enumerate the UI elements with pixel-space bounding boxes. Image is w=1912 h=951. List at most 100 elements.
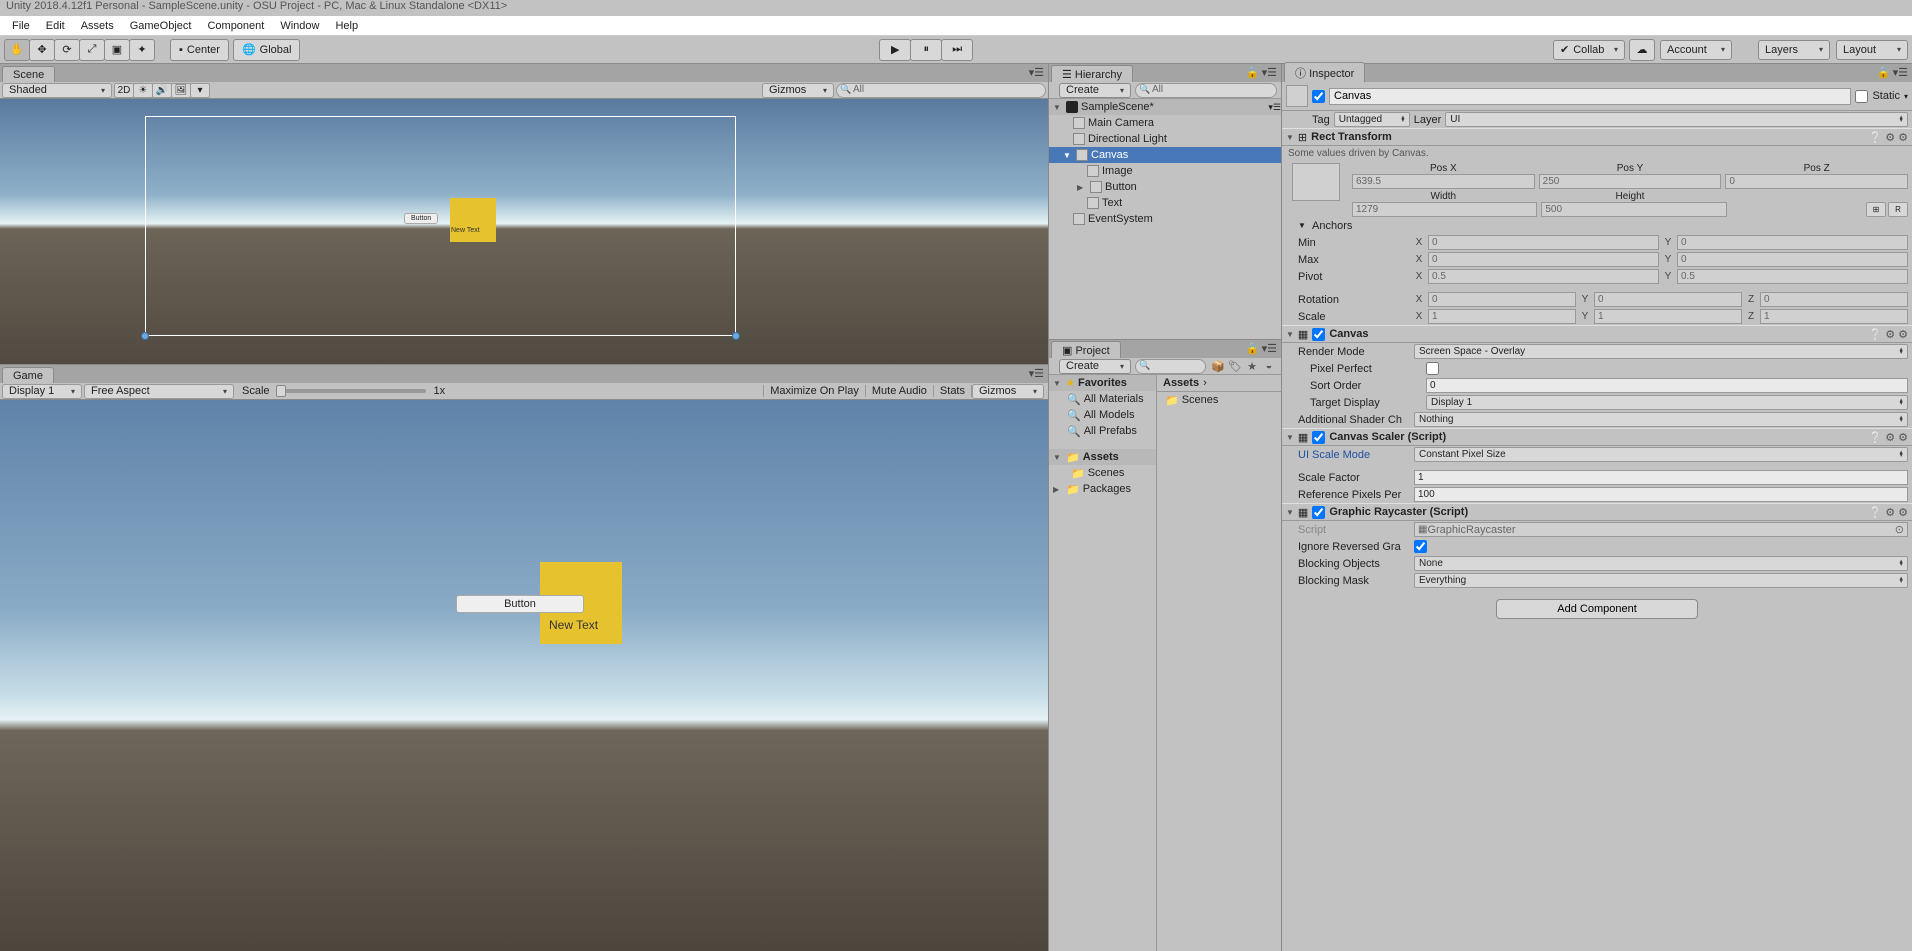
canvas-handle-bl[interactable] [141, 332, 149, 340]
search-labels-icon[interactable]: 🏷 [1227, 360, 1243, 373]
project-search[interactable] [1135, 359, 1206, 374]
hierarchy-search[interactable]: All [1135, 83, 1277, 98]
pivot-y[interactable]: 0.5 [1677, 269, 1908, 284]
transform-tool[interactable]: ✦ [129, 39, 155, 61]
canvas-handle-br[interactable] [732, 332, 740, 340]
mute-audio[interactable]: Mute Audio [866, 385, 934, 397]
active-checkbox[interactable] [1312, 90, 1325, 103]
scene-button-object[interactable]: Button [404, 213, 438, 224]
collab-dropdown[interactable]: ✔ Collab [1553, 40, 1625, 60]
hand-tool[interactable]: ✋ [4, 39, 30, 61]
scaler-enabled-checkbox[interactable] [1312, 431, 1325, 444]
scale-x[interactable]: 1 [1428, 309, 1576, 324]
gear-icon[interactable]: ⚙ [1898, 131, 1908, 144]
raycaster-header[interactable]: ▼▦Graphic Raycaster (Script) ❔⚙⚙ [1282, 503, 1912, 521]
help-icon[interactable]: ❔ [1869, 506, 1883, 519]
play-button[interactable]: ▶ [879, 39, 911, 61]
raw-edit-button[interactable]: R [1888, 202, 1908, 217]
height-field[interactable]: 500 [1541, 202, 1726, 217]
layer-dropdown[interactable]: UI [1445, 112, 1908, 127]
help-icon[interactable]: ❔ [1869, 328, 1883, 341]
width-field[interactable]: 1279 [1352, 202, 1537, 217]
game-viewport[interactable]: Button New Text [0, 400, 1048, 951]
help-icon[interactable]: ❔ [1869, 431, 1883, 444]
shading-mode-dropdown[interactable]: Shaded [2, 83, 112, 98]
pos-z-field[interactable]: 0 [1725, 174, 1908, 189]
ui-scale-mode-dropdown[interactable]: Constant Pixel Size [1414, 447, 1908, 462]
ignore-reversed-checkbox[interactable] [1414, 540, 1427, 553]
preset-icon[interactable]: ⚙ [1885, 506, 1895, 519]
rotate-tool[interactable]: ⟳ [54, 39, 80, 61]
menu-assets[interactable]: Assets [73, 18, 122, 34]
add-component-button[interactable]: Add Component [1496, 599, 1698, 619]
menu-help[interactable]: Help [327, 18, 366, 34]
lighting-toggle[interactable]: ☀ [133, 83, 153, 98]
fx-toggle[interactable]: 🖼 [171, 83, 191, 98]
raycaster-enabled-checkbox[interactable] [1312, 506, 1325, 519]
anchor-max-y[interactable]: 0 [1677, 252, 1908, 267]
display-dropdown[interactable]: Display 1 [2, 384, 82, 399]
pos-x-field[interactable]: 639.5 [1352, 174, 1535, 189]
stats-toggle[interactable]: Stats [934, 385, 972, 397]
inspector-tab[interactable]: ⓘ Inspector [1284, 62, 1365, 82]
static-checkbox[interactable] [1855, 90, 1868, 103]
scale-factor-field[interactable]: 1 [1414, 470, 1908, 485]
scene-options-icon[interactable]: ▾☰ [1029, 66, 1044, 79]
gear-icon[interactable]: ⚙ [1898, 431, 1908, 444]
preset-icon[interactable]: ⚙ [1885, 328, 1895, 341]
game-button[interactable]: Button [456, 595, 584, 613]
gear-icon[interactable]: ⚙ [1898, 506, 1908, 519]
scale-slider[interactable] [276, 389, 426, 393]
scene-image-object[interactable] [450, 198, 496, 242]
layout-dropdown[interactable]: Layout [1836, 40, 1908, 60]
rect-tool[interactable]: ▣ [104, 39, 130, 61]
step-button[interactable]: ⏭ [941, 39, 973, 61]
hierarchy-item-image[interactable]: Image [1049, 163, 1281, 179]
scene-viewport[interactable]: Button New Text [0, 99, 1048, 364]
help-icon[interactable]: ❔ [1869, 131, 1883, 144]
preset-icon[interactable]: ⚙ [1885, 131, 1895, 144]
hierarchy-item-canvas[interactable]: ▼Canvas [1049, 147, 1281, 163]
local-global-toggle[interactable]: 🌐 Global [233, 39, 301, 61]
layers-dropdown[interactable]: Layers [1758, 40, 1830, 60]
game-gizmos-dropdown[interactable]: Gizmos [972, 384, 1044, 399]
fx-dropdown[interactable]: ▾ [190, 83, 210, 98]
hierarchy-tree[interactable]: ▼SampleScene* ▾☰ Main Camera Directional… [1049, 99, 1281, 339]
pixel-perfect-checkbox[interactable] [1426, 362, 1439, 375]
blocking-objects-dropdown[interactable]: None [1414, 556, 1908, 571]
rot-z[interactable]: 0 [1760, 292, 1908, 307]
canvas-scaler-header[interactable]: ▼▦Canvas Scaler (Script) ❔⚙⚙ [1282, 428, 1912, 446]
rot-x[interactable]: 0 [1428, 292, 1576, 307]
anchor-max-x[interactable]: 0 [1428, 252, 1659, 267]
scene-search[interactable]: All [836, 83, 1046, 98]
anchor-min-x[interactable]: 0 [1428, 235, 1659, 250]
hierarchy-item-directional-light[interactable]: Directional Light [1049, 131, 1281, 147]
project-lock-icon[interactable]: 🔒 [1246, 342, 1260, 355]
pivot-x[interactable]: 0.5 [1428, 269, 1659, 284]
gameobject-icon[interactable] [1286, 85, 1308, 107]
hierarchy-item-eventsystem[interactable]: EventSystem [1049, 211, 1281, 227]
hierarchy-item-button[interactable]: ▶Button [1049, 179, 1281, 195]
project-content[interactable]: Assets› 📁Scenes [1157, 375, 1281, 951]
project-tab[interactable]: ▣ Project [1051, 341, 1121, 358]
audio-toggle[interactable]: 🔊 [152, 83, 172, 98]
menu-window[interactable]: Window [272, 18, 327, 34]
anchor-min-y[interactable]: 0 [1677, 235, 1908, 250]
2d-toggle[interactable]: 2D [114, 83, 134, 98]
inspector-lock-icon[interactable]: 🔒 [1877, 66, 1891, 79]
rect-transform-header[interactable]: ▼⊞Rect Transform ❔⚙⚙ [1282, 128, 1912, 146]
gear-icon[interactable]: ⚙ [1898, 328, 1908, 341]
blueprint-mode-button[interactable]: ⊞ [1866, 202, 1886, 217]
rot-y[interactable]: 0 [1594, 292, 1742, 307]
hierarchy-item-text[interactable]: Text [1049, 195, 1281, 211]
scene-tab[interactable]: Scene [2, 66, 55, 82]
project-item-scenes[interactable]: 📁Scenes [1157, 392, 1281, 408]
menu-component[interactable]: Component [199, 18, 272, 34]
inspector-body[interactable]: Static▾ Tag Untagged Layer UI ▼⊞Rect Tra… [1282, 82, 1912, 951]
hierarchy-item-main-camera[interactable]: Main Camera [1049, 115, 1281, 131]
maximize-on-play[interactable]: Maximize On Play [763, 385, 866, 397]
project-breadcrumb[interactable]: Assets› [1157, 375, 1281, 392]
menu-file[interactable]: File [4, 18, 38, 34]
tag-dropdown[interactable]: Untagged [1334, 112, 1410, 127]
sort-order-field[interactable]: 0 [1426, 378, 1908, 393]
